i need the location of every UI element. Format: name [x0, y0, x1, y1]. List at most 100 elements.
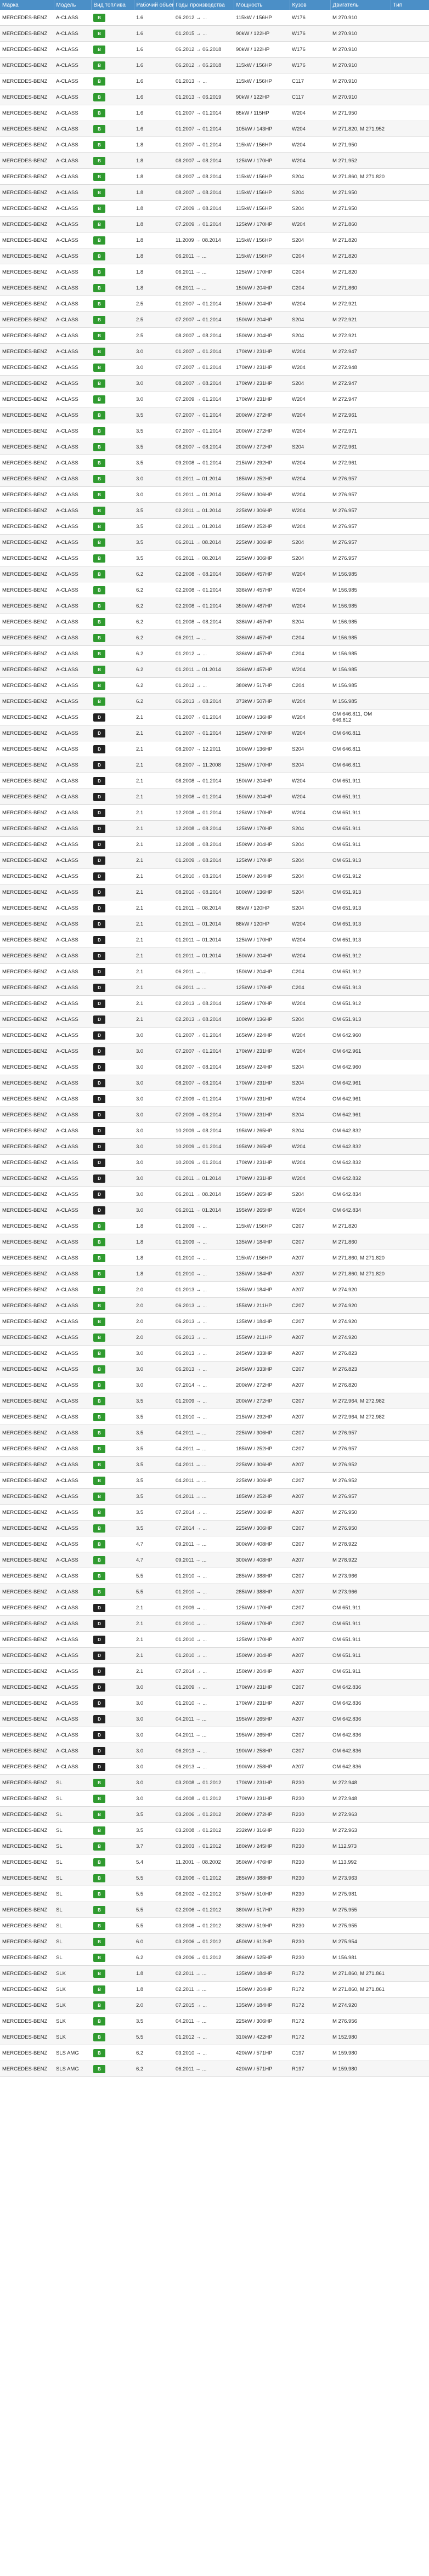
table-row[interactable]: MERCEDES-BENZ A-CLASS B 3.0 01.2011 → 01.201… — [0, 486, 429, 503]
table-row[interactable]: MERCEDES-BENZ A-CLASS B 3.5 01.2010 → ... 215… — [0, 1409, 429, 1425]
table-row[interactable]: MERCEDES-BENZ A-CLASS B 3.5 08.2007 → 08.201… — [0, 439, 429, 455]
table-row[interactable]: MERCEDES-BENZ SL B 6.2 09.2006 → 01.2012 386k… — [0, 1949, 429, 1966]
table-row[interactable]: MERCEDES-BENZ A-CLASS B 1.6 01.2013 → ... 115… — [0, 73, 429, 89]
table-row[interactable]: MERCEDES-BENZ A-CLASS D 2.1 01.2007 → 01.201… — [0, 709, 429, 725]
table-row[interactable]: MERCEDES-BENZ A-CLASS B 1.6 06.2012 → ... 115… — [0, 10, 429, 26]
table-row[interactable]: MERCEDES-BENZ SL B 5.5 03.2008 → 01.2012 382k… — [0, 1917, 429, 1934]
table-row[interactable]: MERCEDES-BENZ A-CLASS D 2.1 01.2007 → 01.201… — [0, 725, 429, 741]
table-row[interactable]: MERCEDES-BENZ A-CLASS D 2.1 10.2008 → 01.201… — [0, 788, 429, 805]
table-row[interactable]: MERCEDES-BENZ A-CLASS B 2.5 01.2007 → 01.201… — [0, 296, 429, 312]
table-row[interactable]: MERCEDES-BENZ A-CLASS B 3.5 09.2008 → 01.201… — [0, 455, 429, 471]
table-row[interactable]: MERCEDES-BENZ A-CLASS D 3.0 01.2009 → ... 170… — [0, 1679, 429, 1695]
table-row[interactable]: MERCEDES-BENZ A-CLASS B 1.8 11.2009 → 08.201… — [0, 232, 429, 248]
table-row[interactable]: MERCEDES-BENZ A-CLASS B 4.7 09.2011 → ... 300… — [0, 1536, 429, 1552]
table-row[interactable]: MERCEDES-BENZ A-CLASS D 2.1 12.2008 → 01.201… — [0, 804, 429, 821]
table-row[interactable]: MERCEDES-BENZ A-CLASS B 1.8 01.2009 → ... 115… — [0, 1218, 429, 1234]
table-row[interactable]: MERCEDES-BENZ A-CLASS D 2.1 08.2007 → 12.201… — [0, 741, 429, 757]
table-row[interactable]: MERCEDES-BENZ A-CLASS D 2.1 08.2008 → 01.201… — [0, 773, 429, 789]
table-row[interactable]: MERCEDES-BENZ A-CLASS D 3.0 01.2010 → ... 170… — [0, 1695, 429, 1711]
table-row[interactable]: MERCEDES-BENZ A-CLASS D 3.0 10.2009 → 01.201… — [0, 1154, 429, 1171]
table-row[interactable]: MERCEDES-BENZ A-CLASS B 1.6 06.2012 → 06.201… — [0, 57, 429, 73]
table-row[interactable]: MERCEDES-BENZ A-CLASS B 1.8 07.2009 → 01.201… — [0, 216, 429, 232]
table-row[interactable]: MERCEDES-BENZ A-CLASS D 2.1 08.2007 → 11.200… — [0, 757, 429, 773]
table-row[interactable]: MERCEDES-BENZ A-CLASS B 3.0 08.2007 → 08.201… — [0, 375, 429, 391]
table-row[interactable]: MERCEDES-BENZ A-CLASS B 3.5 07.2007 → 01.201… — [0, 407, 429, 423]
table-row[interactable]: MERCEDES-BENZ A-CLASS B 1.8 08.2007 → 08.201… — [0, 152, 429, 169]
table-row[interactable]: MERCEDES-BENZ A-CLASS D 3.0 06.2011 → 08.201… — [0, 1186, 429, 1202]
table-row[interactable]: MERCEDES-BENZ A-CLASS B 6.2 02.2008 → 08.201… — [0, 566, 429, 582]
column-header-model[interactable]: Модель — [54, 0, 92, 10]
table-row[interactable]: MERCEDES-BENZ SL B 5.4 11.2001 → 08.2002 350k… — [0, 1854, 429, 1870]
table-row[interactable]: MERCEDES-BENZ A-CLASS D 3.0 07.2009 → 01.201… — [0, 1091, 429, 1107]
table-row[interactable]: MERCEDES-BENZ A-CLASS B 2.5 08.2007 → 08.201… — [0, 327, 429, 344]
table-row[interactable]: MERCEDES-BENZ A-CLASS B 1.6 01.2007 → 01.201… — [0, 105, 429, 121]
table-row[interactable]: MERCEDES-BENZ A-CLASS B 1.8 01.2010 → ... 135… — [0, 1266, 429, 1282]
table-row[interactable]: MERCEDES-BENZ A-CLASS B 3.0 07.2014 → ... 200… — [0, 1377, 429, 1393]
table-row[interactable]: MERCEDES-BENZ A-CLASS B 6.2 02.2008 → 01.201… — [0, 582, 429, 598]
table-row[interactable]: MERCEDES-BENZ A-CLASS D 2.1 12.2008 → 08.201… — [0, 836, 429, 853]
table-row[interactable]: MERCEDES-BENZ SL B 3.5 03.2006 → 01.2012 200k… — [0, 1806, 429, 1823]
table-row[interactable]: MERCEDES-BENZ A-CLASS B 1.8 08.2007 → 08.201… — [0, 168, 429, 185]
table-row[interactable]: MERCEDES-BENZ A-CLASS B 3.0 01.2007 → 01.201… — [0, 343, 429, 360]
table-row[interactable]: MERCEDES-BENZ A-CLASS D 3.0 04.2011 → ... 195… — [0, 1727, 429, 1743]
table-row[interactable]: MERCEDES-BENZ A-CLASS B 3.0 07.2007 → 01.201… — [0, 359, 429, 376]
table-row[interactable]: MERCEDES-BENZ SLK B 1.8 02.2011 → ... 150kW /… — [0, 1981, 429, 1998]
table-row[interactable]: MERCEDES-BENZ A-CLASS B 3.5 04.2011 → ... 225… — [0, 1456, 429, 1473]
table-row[interactable]: MERCEDES-BENZ A-CLASS D 3.0 08.2007 → 08.201… — [0, 1075, 429, 1091]
table-row[interactable]: MERCEDES-BENZ A-CLASS B 6.2 02.2008 → 01.201… — [0, 598, 429, 614]
table-row[interactable]: MERCEDES-BENZ SLK B 1.8 02.2011 → ... 135kW /… — [0, 1965, 429, 1982]
table-row[interactable]: MERCEDES-BENZ A-CLASS B 2.0 01.2013 → ... 135… — [0, 1281, 429, 1298]
table-row[interactable]: MERCEDES-BENZ A-CLASS D 2.1 01.2011 → 01.201… — [0, 932, 429, 948]
table-row[interactable]: MERCEDES-BENZ A-CLASS B 3.0 07.2009 → 01.201… — [0, 391, 429, 407]
table-row[interactable]: MERCEDES-BENZ SLK B 2.0 07.2015 → ... 135kW /… — [0, 1997, 429, 2013]
table-row[interactable]: MERCEDES-BENZ A-CLASS D 2.1 01.2011 → 08.201… — [0, 900, 429, 916]
table-row[interactable]: MERCEDES-BENZ A-CLASS D 3.0 01.2011 → 01.201… — [0, 1170, 429, 1187]
table-row[interactable]: MERCEDES-BENZ SL B 3.0 04.2008 → 01.2012 170k… — [0, 1790, 429, 1807]
column-header-make[interactable]: Марка — [0, 0, 54, 10]
table-row[interactable]: MERCEDES-BENZ A-CLASS B 1.8 08.2007 → 08.201… — [0, 184, 429, 201]
table-row[interactable]: MERCEDES-BENZ A-CLASS B 2.0 06.2013 → ... 155… — [0, 1297, 429, 1314]
table-row[interactable]: MERCEDES-BENZ A-CLASS D 3.0 06.2013 → ... 190… — [0, 1758, 429, 1775]
table-row[interactable]: MERCEDES-BENZ A-CLASS B 5.5 01.2010 → ... 285… — [0, 1568, 429, 1584]
table-row[interactable]: MERCEDES-BENZ A-CLASS B 2.5 07.2007 → 01.201… — [0, 311, 429, 328]
table-row[interactable]: MERCEDES-BENZ A-CLASS B 1.6 06.2012 → 06.201… — [0, 41, 429, 58]
table-row[interactable]: MERCEDES-BENZ SL B 3.7 03.2003 → 01.2012 180k… — [0, 1838, 429, 1854]
table-row[interactable]: MERCEDES-BENZ A-CLASS B 6.2 06.2013 → 08.201… — [0, 693, 429, 710]
table-row[interactable]: MERCEDES-BENZ A-CLASS B 1.8 01.2009 → ... 135… — [0, 1234, 429, 1250]
table-row[interactable]: MERCEDES-BENZ A-CLASS D 2.1 06.2011 → ... 125… — [0, 979, 429, 996]
table-row[interactable]: MERCEDES-BENZ A-CLASS D 3.0 07.2009 → 08.201… — [0, 1107, 429, 1123]
table-row[interactable]: MERCEDES-BENZ A-CLASS D 3.0 04.2011 → ... 195… — [0, 1711, 429, 1727]
table-row[interactable]: MERCEDES-BENZ A-CLASS B 3.5 07.2014 → ... 225… — [0, 1520, 429, 1536]
table-row[interactable]: MERCEDES-BENZ SL B 5.5 03.2006 → 01.2012 285k… — [0, 1870, 429, 1886]
column-header-fuel[interactable]: Вид топлива — [91, 0, 134, 10]
table-row[interactable]: MERCEDES-BENZ SLS AMG B 6.2 03.2010 → ... 420… — [0, 2045, 429, 2061]
table-row[interactable]: MERCEDES-BENZ A-CLASS D 2.1 06.2011 → ... 150… — [0, 963, 429, 980]
column-header-engine[interactable]: Двигатель — [330, 0, 391, 10]
table-row[interactable]: MERCEDES-BENZ A-CLASS B 2.0 06.2013 → ... 155… — [0, 1329, 429, 1346]
table-row[interactable]: MERCEDES-BENZ A-CLASS B 2.0 06.2013 → ... 135… — [0, 1313, 429, 1330]
table-row[interactable]: MERCEDES-BENZ A-CLASS D 2.1 12.2008 → 08.201… — [0, 820, 429, 837]
table-row[interactable]: MERCEDES-BENZ A-CLASS B 3.5 04.2011 → ... 185… — [0, 1488, 429, 1505]
table-row[interactable]: MERCEDES-BENZ A-CLASS B 3.5 01.2009 → ... 200… — [0, 1393, 429, 1409]
table-row[interactable]: MERCEDES-BENZ A-CLASS B 3.5 06.2011 → 08.201… — [0, 534, 429, 551]
table-row[interactable]: MERCEDES-BENZ A-CLASS B 6.2 01.2012 → ... 336… — [0, 645, 429, 662]
column-header-volume[interactable]: Рабочий объем — [134, 0, 174, 10]
table-row[interactable]: MERCEDES-BENZ A-CLASS B 6.2 01.2011 → 01.201… — [0, 661, 429, 678]
table-row[interactable]: MERCEDES-BENZ A-CLASS D 2.1 01.2010 → ... 150… — [0, 1647, 429, 1664]
table-row[interactable]: MERCEDES-BENZ A-CLASS D 2.1 01.2010 → ... 125… — [0, 1631, 429, 1648]
column-header-type[interactable]: Тип — [391, 0, 429, 10]
table-row[interactable]: MERCEDES-BENZ A-CLASS B 3.5 02.2011 → 01.201… — [0, 518, 429, 535]
table-row[interactable]: MERCEDES-BENZ SL B 3.5 03.2008 → 01.2012 232k… — [0, 1822, 429, 1839]
table-row[interactable]: MERCEDES-BENZ A-CLASS B 3.5 04.2011 → ... 225… — [0, 1425, 429, 1441]
column-header-years[interactable]: Годы производства — [173, 0, 234, 10]
table-row[interactable]: MERCEDES-BENZ A-CLASS B 1.8 01.2007 → 01.201… — [0, 137, 429, 153]
table-row[interactable]: MERCEDES-BENZ SL B 5.5 02.2006 → 01.2012 380k… — [0, 1902, 429, 1918]
table-row[interactable]: MERCEDES-BENZ A-CLASS B 3.5 06.2011 → 08.201… — [0, 550, 429, 566]
table-row[interactable]: MERCEDES-BENZ A-CLASS D 3.0 06.2013 → ... 190… — [0, 1743, 429, 1759]
column-header-body[interactable]: Кузов — [290, 0, 331, 10]
table-row[interactable]: MERCEDES-BENZ A-CLASS B 1.6 01.2007 → 01.201… — [0, 121, 429, 137]
table-row[interactable]: MERCEDES-BENZ A-CLASS D 2.1 08.2010 → 08.201… — [0, 884, 429, 900]
table-row[interactable]: MERCEDES-BENZ A-CLASS B 6.2 01.2012 → ... 380… — [0, 677, 429, 694]
table-row[interactable]: MERCEDES-BENZ A-CLASS D 2.1 01.2010 → ... 125… — [0, 1615, 429, 1632]
table-row[interactable]: MERCEDES-BENZ SLS AMG B 6.2 06.2011 → ... 420… — [0, 2061, 429, 2077]
